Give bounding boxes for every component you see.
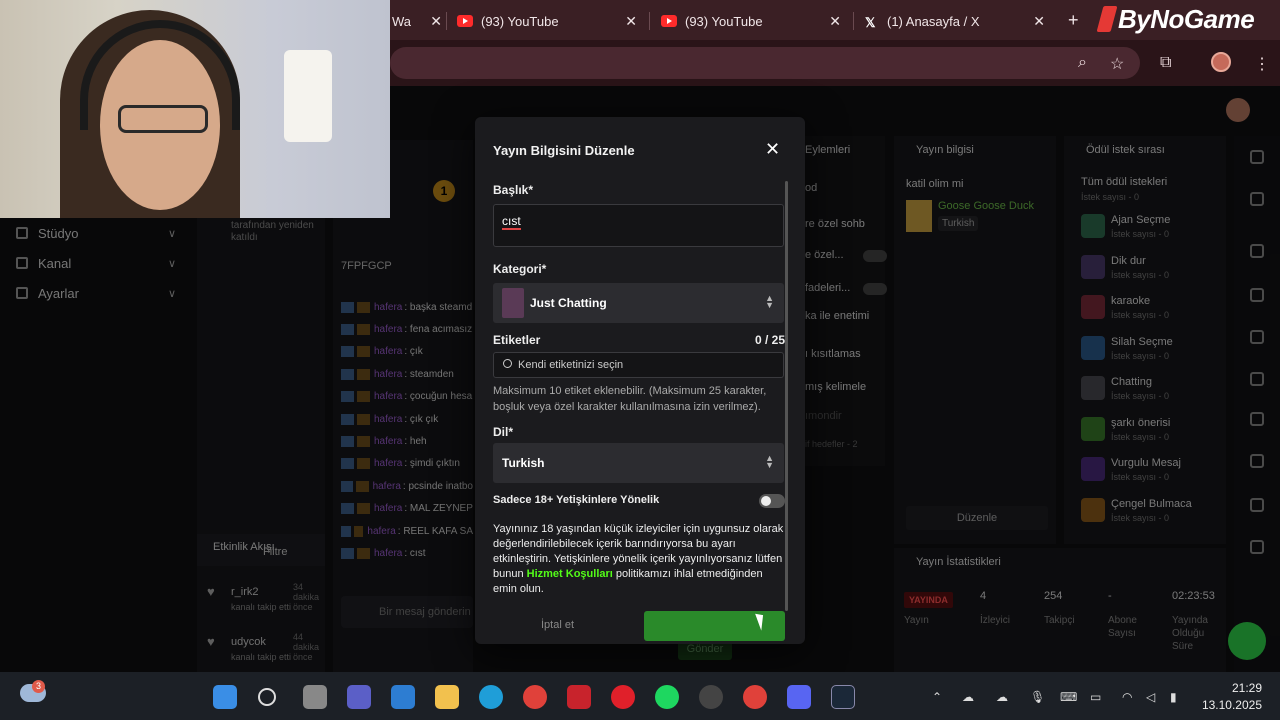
- language-select[interactable]: Turkish ▲ ▼: [493, 443, 784, 483]
- title-input[interactable]: cıst: [493, 204, 784, 247]
- tab-label: (1) Anasayfa / X: [887, 13, 980, 29]
- tags-input[interactable]: Kendi etiketinizi seçin: [493, 352, 784, 378]
- tab-separator: [649, 12, 650, 30]
- address-bar[interactable]: [390, 47, 1140, 79]
- select-arrows-icon: ▲ ▼: [765, 453, 774, 470]
- terms-link[interactable]: Hizmet Koşulları: [527, 568, 613, 580]
- battery-icon[interactable]: ▮: [1170, 690, 1177, 704]
- steam-icon[interactable]: [831, 685, 855, 709]
- brand-mark-icon: [1096, 6, 1118, 32]
- x-logo-icon: 𝕏: [865, 15, 876, 30]
- edit-stream-modal: Yayın Bilgisini Düzenle ✕ Başlık* cıst K…: [475, 117, 805, 644]
- task-view-icon[interactable]: [303, 685, 327, 709]
- adult-toggle[interactable]: [759, 494, 785, 508]
- clock[interactable]: 21:29 13.10.2025: [1196, 680, 1262, 714]
- tags-placeholder: Kendi etiketinizi seçin: [518, 359, 624, 371]
- volume-icon[interactable]: ◁: [1146, 690, 1155, 704]
- windows-start-icon[interactable]: [213, 685, 237, 709]
- tab-label: (93) YouTube: [481, 13, 559, 29]
- display-icon[interactable]: ▭: [1090, 690, 1101, 704]
- cloud-icon[interactable]: ☁: [996, 690, 1008, 704]
- glasses: [118, 105, 208, 133]
- language-label: Dil*: [493, 425, 514, 439]
- tab-youtube-2[interactable]: (93) YouTube ✕: [661, 6, 841, 36]
- tab-close-icon[interactable]: ✕: [829, 13, 841, 30]
- modal-scrollbar[interactable]: [785, 181, 788, 611]
- webcam-overlay: [0, 0, 390, 218]
- brand-name: ByNoGame: [1118, 4, 1255, 34]
- adult-label: Sadece 18+ Yetişkinlere Yönelik: [493, 494, 660, 506]
- tab-label: (93) YouTube: [685, 13, 763, 29]
- tab-partial[interactable]: Wa ✕: [392, 6, 442, 36]
- tab-close-icon[interactable]: ✕: [625, 13, 637, 30]
- clock-time: 21:29: [1231, 681, 1262, 695]
- menu-icon[interactable]: ⋮: [1254, 54, 1270, 74]
- youtube-music-icon[interactable]: [567, 685, 591, 709]
- extensions-icon[interactable]: ⧉: [1160, 54, 1171, 72]
- zoom-icon[interactable]: ⌕: [1078, 54, 1087, 72]
- wall-jersey: [284, 50, 332, 142]
- category-value: Just Chatting: [530, 296, 607, 310]
- cancel-button[interactable]: İptal et: [541, 619, 574, 631]
- select-arrows-icon: ▲ ▼: [765, 293, 774, 310]
- tab-youtube-1[interactable]: (93) YouTube ✕: [457, 6, 637, 36]
- wifi-icon[interactable]: ◠: [1122, 690, 1132, 704]
- category-thumbnail: [502, 288, 524, 318]
- close-icon[interactable]: ✕: [765, 139, 780, 160]
- title-label: Başlık*: [493, 183, 534, 197]
- tab-label: Wa: [392, 13, 412, 29]
- spotify-icon[interactable]: [655, 685, 679, 709]
- edge-icon[interactable]: [479, 685, 503, 709]
- brand-logo: ByNoGame: [1096, 4, 1255, 35]
- youtube-icon: [457, 15, 473, 27]
- youtube-icon: [661, 15, 677, 27]
- adult-toggle-row: Sadece 18+ Yetişkinlere Yönelik: [493, 494, 785, 508]
- tab-x[interactable]: 𝕏 (1) Anasayfa / X ✕: [865, 6, 1045, 36]
- teams-icon[interactable]: [347, 685, 371, 709]
- screen: Wa ✕ (93) YouTube ✕ (93) YouTube ✕ 𝕏 (1)…: [0, 0, 1280, 720]
- tags-label: Etiketler: [493, 333, 541, 347]
- tab-separator: [853, 12, 854, 30]
- onedrive-icon[interactable]: ☁: [962, 690, 974, 704]
- language-value: Turkish: [502, 456, 545, 470]
- file-explorer-icon[interactable]: [435, 685, 459, 709]
- chrome-icon[interactable]: [523, 685, 547, 709]
- tray-expand-icon[interactable]: ⌃: [932, 690, 942, 704]
- adult-warning: Yayınınız 18 yaşından küçük izleyiciler …: [493, 522, 784, 597]
- search-icon[interactable]: [258, 688, 276, 706]
- tags-help-text: Maksimum 10 etiket eklenebilir. (Maksimu…: [493, 385, 767, 413]
- weather-badge: 3: [32, 680, 45, 693]
- modal-title: Yayın Bilgisini Düzenle: [493, 143, 635, 158]
- category-select[interactable]: Just Chatting ▲ ▼: [493, 283, 784, 323]
- title-value: cıst: [502, 214, 521, 230]
- obs-icon[interactable]: [699, 685, 723, 709]
- search-icon: [503, 359, 512, 368]
- store-icon[interactable]: [391, 685, 415, 709]
- category-label: Kategori*: [493, 262, 547, 276]
- profile-avatar[interactable]: [1211, 52, 1231, 72]
- tab-close-icon[interactable]: ✕: [430, 13, 442, 30]
- tags-counter: 0 / 25: [755, 333, 786, 347]
- keyboard-icon[interactable]: ⌨: [1060, 690, 1077, 704]
- chrome-profile-icon[interactable]: [743, 685, 767, 709]
- taskbar: [0, 672, 1280, 720]
- bookmark-star-icon[interactable]: ☆: [1110, 54, 1124, 74]
- new-tab-icon[interactable]: +: [1068, 10, 1079, 31]
- clock-date: 13.10.2025: [1201, 698, 1262, 712]
- tab-separator: [446, 12, 447, 30]
- discord-icon[interactable]: [787, 685, 811, 709]
- tab-close-icon[interactable]: ✕: [1033, 13, 1045, 30]
- microphone-icon[interactable]: 🎙: [1030, 690, 1045, 704]
- opera-icon[interactable]: [611, 685, 635, 709]
